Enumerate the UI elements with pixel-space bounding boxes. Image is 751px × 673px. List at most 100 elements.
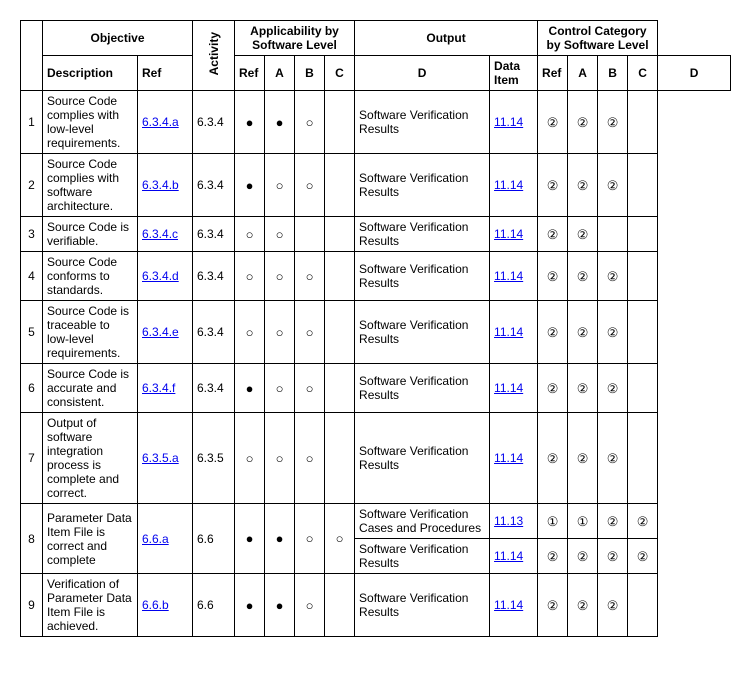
applicability-a: ○	[235, 413, 265, 504]
output-ref-link[interactable]: 11.13	[494, 514, 523, 528]
control-category-b: ②	[568, 154, 598, 217]
output-ref: 11.14	[490, 539, 538, 574]
objective-ref-link[interactable]: 6.3.4.b	[142, 178, 179, 192]
output-ref: 11.14	[490, 154, 538, 217]
control-category-a: ②	[538, 217, 568, 252]
col-applicability-header: Applicability by Software Level	[235, 21, 355, 56]
objective-description: Source Code is verifiable.	[43, 217, 138, 252]
output-data-item: Software Verification Cases and Procedur…	[355, 504, 490, 539]
control-category-a: ②	[538, 413, 568, 504]
applicability-d	[325, 413, 355, 504]
applicability-d	[325, 252, 355, 301]
output-ref: 11.14	[490, 91, 538, 154]
objective-ref-link[interactable]: 6.3.4.e	[142, 325, 179, 339]
col-app-a: A	[265, 56, 295, 91]
output-ref: 11.14	[490, 413, 538, 504]
activity-ref: 6.3.5	[193, 413, 235, 504]
control-category-d	[628, 301, 658, 364]
control-category-d	[628, 91, 658, 154]
applicability-c	[295, 217, 325, 252]
col-dataitem-header: Data Item	[490, 56, 538, 91]
objective-ref-link[interactable]: 6.3.4.c	[142, 227, 178, 241]
control-category-d	[628, 574, 658, 637]
output-ref-link[interactable]: 11.14	[494, 227, 523, 241]
activity-ref: 6.6	[193, 504, 235, 574]
output-data-item: Software Verification Results	[355, 539, 490, 574]
applicability-b: ●	[265, 574, 295, 637]
col-control-header: Control Category by Software Level	[538, 21, 658, 56]
objective-ref-link[interactable]: 6.3.5.a	[142, 451, 179, 465]
row-number: 5	[21, 301, 43, 364]
control-category-a: ②	[538, 539, 568, 574]
objective-ref: 6.6.b	[138, 574, 193, 637]
col-cat-d: D	[658, 56, 731, 91]
objective-ref-link[interactable]: 6.3.4.f	[142, 381, 175, 395]
activity-ref: 6.3.4	[193, 301, 235, 364]
table-row: 7Output of software integration process …	[21, 413, 731, 504]
output-ref-link[interactable]: 11.14	[494, 325, 523, 339]
objective-description: Output of software integration process i…	[43, 413, 138, 504]
control-category-b: ②	[568, 574, 598, 637]
control-category-c: ②	[598, 301, 628, 364]
control-category-d: ②	[628, 504, 658, 539]
col-app-d: D	[355, 56, 490, 91]
applicability-a: ●	[235, 504, 265, 574]
applicability-a: ○	[235, 301, 265, 364]
control-category-c	[598, 217, 628, 252]
table-row: 3Source Code is verifiable.6.3.4.c6.3.4○…	[21, 217, 731, 252]
output-data-item: Software Verification Results	[355, 301, 490, 364]
output-ref-link[interactable]: 11.14	[494, 598, 523, 612]
activity-ref: 6.3.4	[193, 154, 235, 217]
row-number: 4	[21, 252, 43, 301]
control-category-b: ②	[568, 413, 598, 504]
applicability-a: ○	[235, 252, 265, 301]
control-category-b: ②	[568, 364, 598, 413]
objective-description: Verification of Parameter Data Item File…	[43, 574, 138, 637]
applicability-d: ○	[325, 504, 355, 574]
output-data-item: Software Verification Results	[355, 364, 490, 413]
output-ref-link[interactable]: 11.14	[494, 178, 523, 192]
output-ref: 11.14	[490, 364, 538, 413]
control-category-a: ②	[538, 364, 568, 413]
control-category-a: ①	[538, 504, 568, 539]
col-num-header	[21, 21, 43, 91]
activity-ref: 6.6	[193, 574, 235, 637]
table-row: 4Source Code conforms to standards. 6.3.4…	[21, 252, 731, 301]
applicability-a: ●	[235, 154, 265, 217]
objective-ref: 6.3.4.a	[138, 91, 193, 154]
objective-description: Source Code is accurate and consistent.	[43, 364, 138, 413]
output-data-item: Software Verification Results	[355, 574, 490, 637]
col-description-header: Description	[43, 56, 138, 91]
output-ref: 11.14	[490, 301, 538, 364]
applicability-d	[325, 154, 355, 217]
col-outref-header: Ref	[538, 56, 568, 91]
objective-ref-link[interactable]: 6.6.a	[142, 532, 169, 546]
applicability-a: ●	[235, 364, 265, 413]
applicability-d	[325, 301, 355, 364]
col-app-b: B	[295, 56, 325, 91]
col-actref-header: Ref	[235, 56, 265, 91]
activity-ref: 6.3.4	[193, 91, 235, 154]
table-row: 8Parameter Data Item File is correct and…	[21, 504, 731, 539]
applicability-a: ●	[235, 574, 265, 637]
applicability-a: ○	[235, 217, 265, 252]
applicability-c: ○	[295, 574, 325, 637]
output-ref-link[interactable]: 11.14	[494, 451, 523, 465]
objective-description: Source Code conforms to standards.	[43, 252, 138, 301]
output-ref-link[interactable]: 11.14	[494, 115, 523, 129]
objective-ref-link[interactable]: 6.3.4.a	[142, 115, 179, 129]
control-category-c: ②	[598, 364, 628, 413]
activity-ref: 6.3.4	[193, 252, 235, 301]
output-ref-link[interactable]: 11.14	[494, 269, 523, 283]
col-cat-b: B	[598, 56, 628, 91]
control-category-c: ②	[598, 154, 628, 217]
output-ref-link[interactable]: 11.14	[494, 381, 523, 395]
applicability-c: ○	[295, 252, 325, 301]
objective-ref: 6.3.4.e	[138, 301, 193, 364]
objective-ref-link[interactable]: 6.6.b	[142, 598, 169, 612]
objective-ref-link[interactable]: 6.3.4.d	[142, 269, 179, 283]
output-ref-link[interactable]: 11.14	[494, 549, 523, 563]
objective-ref: 6.3.5.a	[138, 413, 193, 504]
control-category-d	[628, 364, 658, 413]
objective-ref: 6.3.4.b	[138, 154, 193, 217]
